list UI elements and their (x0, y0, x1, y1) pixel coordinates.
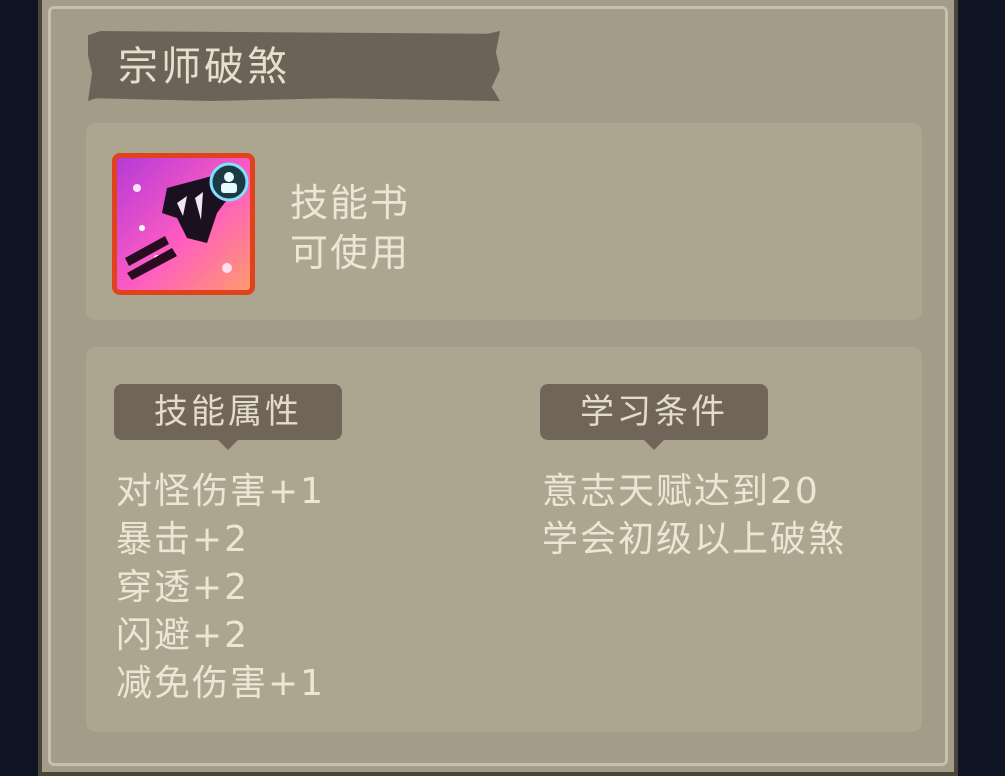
attributes-header: 技能属性 (114, 384, 342, 450)
item-usable-label: 可使用 (290, 231, 411, 275)
item-details: 技能书 可使用 (290, 178, 410, 278)
requirement-item: 学会初级以上破煞 (542, 519, 847, 560)
attribute-item: 对怪伤害+1 (116, 471, 326, 512)
skill-book-icon[interactable] (112, 153, 255, 295)
requirements-header: 学习条件 (540, 384, 768, 450)
attribute-item: 闪避+2 (116, 615, 250, 656)
requirement-item: 意志天赋达到20 (542, 471, 820, 512)
attribute-item: 穿透+2 (116, 567, 250, 608)
item-type-label: 技能书 (290, 181, 411, 225)
requirements-list: 意志天赋达到20 学会初级以上破煞 (542, 468, 846, 564)
item-title: 宗师破煞 (118, 44, 290, 90)
attribute-item: 减免伤害+1 (116, 663, 326, 704)
item-tooltip-panel: 宗师破煞 技能书 可使用 技能属性 学习条件 对怪伤害+1 暴击+2 穿透+2 … (38, 0, 958, 776)
attribute-item: 暴击+2 (116, 519, 250, 560)
attributes-list: 对怪伤害+1 暴击+2 穿透+2 闪避+2 减免伤害+1 (116, 468, 325, 708)
game-screen: 宗师破煞 技能书 可使用 技能属性 学习条件 对怪伤害+1 暴击+2 穿透+2 … (0, 0, 1005, 776)
